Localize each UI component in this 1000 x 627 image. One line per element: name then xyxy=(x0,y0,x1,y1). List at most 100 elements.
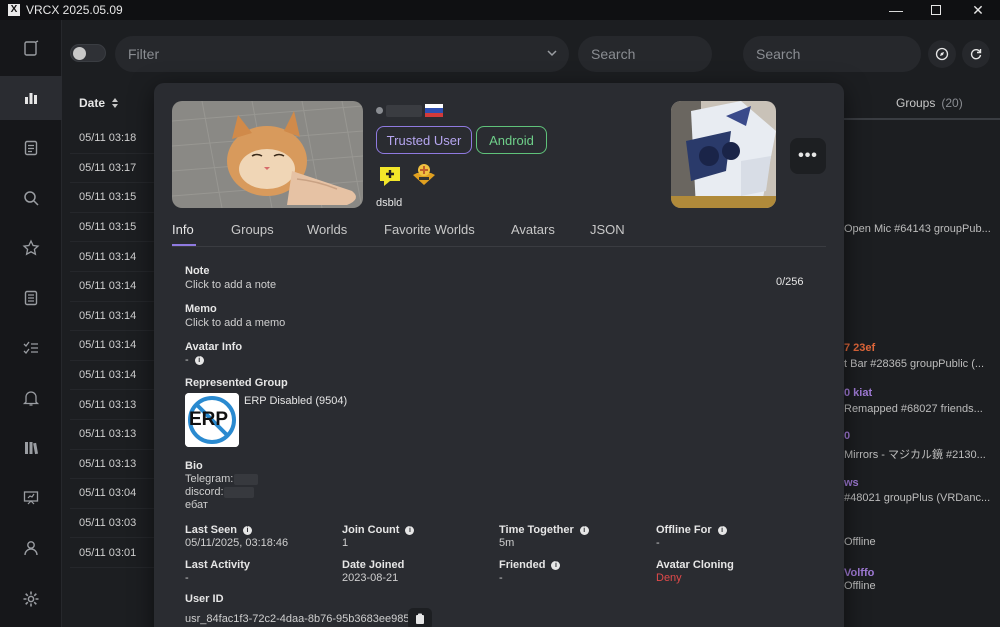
note-counter: 0/256 xyxy=(776,276,804,288)
groups-tab-label: Groups xyxy=(896,96,936,110)
info-icon[interactable]: i xyxy=(717,525,727,535)
search-placeholder: Search xyxy=(591,46,636,62)
active-tab-indicator xyxy=(172,244,196,246)
tab-info[interactable]: Info xyxy=(172,222,194,237)
profile-picture[interactable] xyxy=(172,101,363,208)
user-id-value: usr_84fac1f3-72c2-4daa-8b76-95b3683ee985 xyxy=(185,613,410,625)
feed-row-date[interactable]: 05/11 03:14 xyxy=(70,272,160,302)
more-options-button[interactable]: ••• xyxy=(790,138,826,174)
feed-row-date[interactable]: 05/11 03:14 xyxy=(70,331,160,361)
last-seen-value: 05/11/2025, 03:18:46 xyxy=(185,537,289,549)
dialog-tabs: Info Groups Worlds Favorite Worlds Avata… xyxy=(172,221,826,247)
feed-row-date[interactable]: 05/11 03:04 xyxy=(70,479,160,509)
feed-row-date[interactable]: 05/11 03:14 xyxy=(70,302,160,332)
clipboard-icon xyxy=(416,613,424,624)
tab-groups[interactable]: Groups (20) xyxy=(896,96,963,110)
info-icon[interactable]: i xyxy=(579,525,589,535)
tab-worlds[interactable]: Worlds xyxy=(307,222,347,237)
tab-favorite-worlds[interactable]: Favorite Worlds xyxy=(384,222,475,237)
info-icon[interactable]: i xyxy=(242,525,252,535)
tab-json[interactable]: JSON xyxy=(590,222,625,237)
feed-row-date[interactable]: 05/11 03:17 xyxy=(70,154,160,184)
vrcx-logo-icon: X xyxy=(8,4,20,16)
filter-select[interactable]: Filter xyxy=(115,36,569,72)
refresh-icon xyxy=(970,49,982,60)
group-icon[interactable]: ERP xyxy=(185,393,239,447)
gear-icon[interactable] xyxy=(0,577,62,621)
refresh-button[interactable] xyxy=(962,40,990,68)
friended-value: - xyxy=(499,572,503,584)
feed-row-date[interactable]: 05/11 03:18 xyxy=(70,124,160,154)
compass-icon xyxy=(935,47,949,61)
platform-tag: Android xyxy=(476,126,547,154)
checklist-icon[interactable] xyxy=(0,326,62,370)
group-member-count: (9504) xyxy=(315,395,348,407)
library-icon[interactable] xyxy=(0,426,62,470)
feed-row-date[interactable]: 05/11 03:15 xyxy=(70,183,160,213)
list-icon[interactable] xyxy=(0,276,62,320)
tab-groups[interactable]: Groups xyxy=(231,222,274,237)
feed-toggle[interactable] xyxy=(70,44,106,62)
notebook-icon[interactable] xyxy=(0,26,62,70)
info-icon[interactable]: i xyxy=(405,525,415,535)
friend-name[interactable]: 0 kiat xyxy=(844,387,872,399)
group-name: ERP Disabled xyxy=(244,395,313,407)
redacted-text xyxy=(224,487,254,498)
avatar-thumbnail[interactable] xyxy=(671,101,776,208)
info-icon[interactable]: i xyxy=(551,560,561,570)
last-seen-label-text: Last Seen xyxy=(185,524,237,536)
maximize-icon[interactable] xyxy=(916,0,956,20)
window-title: VRCX 2025.05.09 xyxy=(26,3,123,17)
feed-row-date[interactable]: 05/11 03:14 xyxy=(70,361,160,391)
date-header-label: Date xyxy=(79,96,106,110)
friend-name[interactable]: 0 xyxy=(844,430,850,442)
bio-label: Bio xyxy=(185,460,203,472)
friend-name[interactable]: 7 23ef xyxy=(844,342,875,354)
close-icon[interactable]: ✕ xyxy=(958,0,998,20)
document-icon[interactable] xyxy=(0,126,62,170)
star-icon[interactable] xyxy=(0,226,62,270)
presentation-icon[interactable] xyxy=(0,476,62,520)
friends-search-input[interactable]: Search xyxy=(743,36,921,72)
feed-row-date[interactable]: 05/11 03:14 xyxy=(70,242,160,272)
user-icon[interactable] xyxy=(0,526,62,570)
friend-location-text: t Bar #28365 groupPublic (... xyxy=(844,358,985,370)
feed-row-date[interactable]: 05/11 03:15 xyxy=(70,213,160,243)
search-icon[interactable] xyxy=(0,176,62,220)
tab-avatars[interactable]: Avatars xyxy=(511,222,555,237)
minimize-icon[interactable]: — xyxy=(876,0,916,20)
memo-field[interactable]: Click to add a memo xyxy=(185,317,285,329)
feed-row-date[interactable]: 05/11 03:13 xyxy=(70,390,160,420)
title-bar: X VRCX 2025.05.09 — ✕ xyxy=(0,0,1000,20)
note-field[interactable]: Click to add a note xyxy=(185,279,276,291)
compass-button[interactable] xyxy=(928,40,956,68)
avatar-info-value: - xyxy=(185,354,189,366)
offline-for-value: - xyxy=(656,537,660,549)
user-id-label: User ID xyxy=(185,593,224,605)
badge-icon[interactable] xyxy=(376,161,404,189)
copy-user-id-button[interactable] xyxy=(408,608,432,627)
friend-location-text: Mirrors - マジカル鏡 #2130... xyxy=(844,449,986,461)
feed-row-date[interactable]: 05/11 03:13 xyxy=(70,420,160,450)
group-name-row[interactable]: ERP Disabled (9504) xyxy=(244,395,347,407)
friend-name[interactable]: Volffo xyxy=(844,567,874,579)
status-description: dsbld xyxy=(376,197,403,209)
info-icon[interactable]: i xyxy=(194,355,204,365)
friend-name[interactable]: ws xyxy=(844,477,859,489)
chart-icon[interactable] xyxy=(0,76,62,120)
time-together-label-text: Time Together xyxy=(499,524,574,536)
toggle-knob xyxy=(73,47,86,60)
feed-row-date[interactable]: 05/11 03:13 xyxy=(70,450,160,480)
join-count-value: 1 xyxy=(342,537,349,549)
user-dialog: Trusted User Android dsbld ••• Info Grou… xyxy=(154,83,844,627)
bell-icon[interactable] xyxy=(0,376,62,420)
badge-icon[interactable] xyxy=(410,161,438,189)
date-column-header[interactable]: Date xyxy=(79,96,119,110)
last-seen-label: Last Seen i xyxy=(185,524,252,536)
feed-search-input[interactable]: Search xyxy=(578,36,712,72)
offline-for-label: Offline For i xyxy=(656,524,727,536)
feed-row-date[interactable]: 05/11 03:03 xyxy=(70,509,160,539)
feed-row-date[interactable]: 05/11 03:01 xyxy=(70,538,160,568)
memo-label: Memo xyxy=(185,303,217,315)
friend-location-text: Remapped #68027 friends... xyxy=(844,403,983,415)
